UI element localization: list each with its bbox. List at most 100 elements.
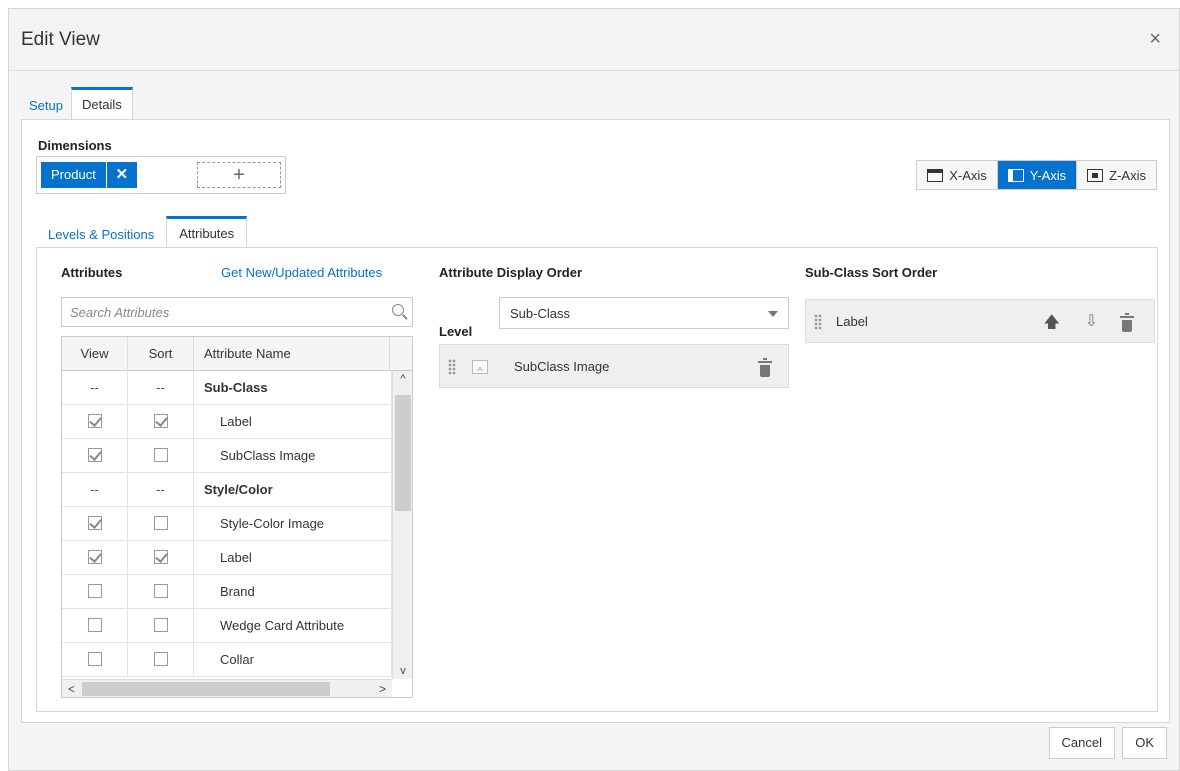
cancel-button[interactable]: Cancel: [1048, 727, 1115, 759]
scroll-left-icon[interactable]: <: [68, 680, 75, 697]
level-select[interactable]: Sub-Class: [499, 297, 789, 329]
tab-attributes[interactable]: Attributes: [166, 216, 248, 248]
close-icon[interactable]: ×: [1149, 29, 1161, 49]
view-cell: [62, 507, 128, 541]
attribute-name-cell: Label: [194, 541, 392, 575]
column-header-attribute-name[interactable]: Attribute Name: [194, 337, 390, 371]
table-row[interactable]: SubClass Image: [62, 439, 392, 473]
scroll-right-icon[interactable]: >: [379, 680, 386, 697]
drag-handle-icon[interactable]: [448, 359, 456, 375]
y-axis-icon: [1007, 168, 1024, 182]
horizontal-scrollbar[interactable]: < >: [62, 679, 392, 697]
z-axis-label: Z-Axis: [1109, 167, 1146, 183]
dimensions-box: Product ✕ +: [36, 156, 286, 194]
z-axis-icon: [1087, 168, 1104, 182]
z-axis-button[interactable]: Z-Axis: [1077, 161, 1156, 189]
column-header-sort[interactable]: Sort: [128, 337, 194, 371]
sort-cell: [128, 575, 194, 609]
view-cell: [62, 643, 128, 677]
add-dimension-button[interactable]: +: [197, 162, 281, 188]
inner-tabs: Levels & Positions Attributes: [36, 216, 248, 248]
dialog-header: Edit View ×: [9, 9, 1179, 71]
sort-checkbox[interactable]: [153, 516, 168, 531]
table-row[interactable]: -- -- Style/Color: [62, 473, 392, 507]
attribute-name-cell: Style-Color Image: [194, 507, 392, 541]
attribute-name-cell: Sub-Class: [194, 371, 392, 405]
sort-cell: [128, 609, 194, 643]
sort-checkbox[interactable]: [153, 448, 168, 463]
view-checkbox[interactable]: [87, 618, 102, 633]
view-checkbox[interactable]: [87, 414, 102, 429]
view-checkbox[interactable]: [87, 584, 102, 599]
level-label: Level: [439, 324, 473, 339]
column-header-view[interactable]: View: [62, 337, 128, 371]
scroll-down-icon[interactable]: v: [393, 665, 412, 677]
table-row[interactable]: -- -- Sub-Class: [62, 371, 392, 405]
sort-checkbox[interactable]: [153, 618, 168, 633]
view-cell: --: [62, 473, 128, 507]
sort-checkbox[interactable]: [153, 652, 168, 667]
sort-checkbox[interactable]: [153, 414, 168, 429]
sort-checkbox[interactable]: [153, 550, 168, 565]
edit-view-dialog: Edit View × Setup Details Dimensions Pro…: [8, 8, 1180, 771]
sort-order-item[interactable]: Label 🡅 ⇩: [805, 299, 1155, 343]
delete-icon[interactable]: [758, 358, 772, 377]
attribute-name-cell: Label: [194, 405, 392, 439]
vertical-scrollbar[interactable]: ^ v: [392, 371, 412, 679]
dimension-chip-label[interactable]: Product: [41, 162, 106, 188]
table-row[interactable]: Label: [62, 541, 392, 575]
display-order-title: Attribute Display Order: [439, 265, 583, 280]
view-checkbox[interactable]: [87, 652, 102, 667]
x-axis-icon: [927, 168, 944, 182]
view-checkbox[interactable]: [87, 516, 102, 531]
view-checkbox[interactable]: [87, 550, 102, 565]
horizontal-scroll-thumb[interactable]: [82, 682, 330, 696]
display-order-item-label: SubClass Image: [514, 359, 610, 374]
y-axis-button[interactable]: Y-Axis: [997, 161, 1078, 189]
attribute-name-cell: Brand: [194, 575, 392, 609]
search-icon[interactable]: [392, 304, 404, 316]
x-axis-label: X-Axis: [949, 167, 987, 183]
table-row[interactable]: Label: [62, 405, 392, 439]
display-order-item[interactable]: SubClass Image: [439, 344, 789, 388]
move-up-icon[interactable]: 🡅: [1044, 311, 1060, 338]
table-row[interactable]: Brand: [62, 575, 392, 609]
view-cell: [62, 541, 128, 575]
vertical-scroll-thumb[interactable]: [395, 395, 411, 511]
get-new-attributes-link[interactable]: Get New/Updated Attributes: [221, 265, 382, 280]
view-checkbox[interactable]: [87, 448, 102, 463]
placeholder-dash: --: [90, 482, 99, 497]
table-body: -- -- Sub-Class Label SubClass Image -- -- Styl…: [62, 371, 392, 677]
attribute-name-cell: Style/Color: [194, 473, 392, 507]
delete-icon[interactable]: [1120, 313, 1134, 332]
tab-setup[interactable]: Setup: [21, 87, 71, 119]
attribute-name-cell: SubClass Image: [194, 439, 392, 473]
table-row[interactable]: Wedge Card Attribute: [62, 609, 392, 643]
x-axis-button[interactable]: X-Axis: [917, 161, 998, 189]
scroll-up-icon[interactable]: ^: [393, 373, 412, 385]
sort-cell: [128, 507, 194, 541]
drag-handle-icon[interactable]: [814, 314, 822, 330]
remove-dimension-icon[interactable]: ✕: [106, 162, 137, 188]
search-attributes-box: [61, 297, 413, 327]
placeholder-dash: --: [156, 482, 165, 497]
tab-levels-positions[interactable]: Levels & Positions: [36, 216, 166, 248]
search-input[interactable]: [62, 298, 362, 326]
level-select-value: Sub-Class: [510, 306, 570, 321]
table-row[interactable]: Collar: [62, 643, 392, 677]
dimensions-label: Dimensions: [38, 138, 112, 153]
dialog-tabs: Setup Details: [21, 87, 133, 119]
sort-cell: [128, 541, 194, 575]
attributes-title: Attributes: [61, 265, 123, 280]
chevron-down-icon: [768, 311, 778, 317]
ok-button[interactable]: OK: [1122, 727, 1167, 759]
dimension-chip-product: Product ✕: [41, 162, 137, 188]
sort-checkbox[interactable]: [153, 584, 168, 599]
table-row[interactable]: Style-Color Image: [62, 507, 392, 541]
dialog-title: Edit View: [21, 29, 100, 50]
attribute-name-cell: Wedge Card Attribute: [194, 609, 392, 643]
details-panel: Dimensions Product ✕ + X-Axis Y-Axis Z-A…: [21, 119, 1170, 723]
tab-details[interactable]: Details: [70, 87, 133, 119]
view-cell: [62, 405, 128, 439]
move-down-icon[interactable]: ⇩: [1085, 311, 1098, 331]
